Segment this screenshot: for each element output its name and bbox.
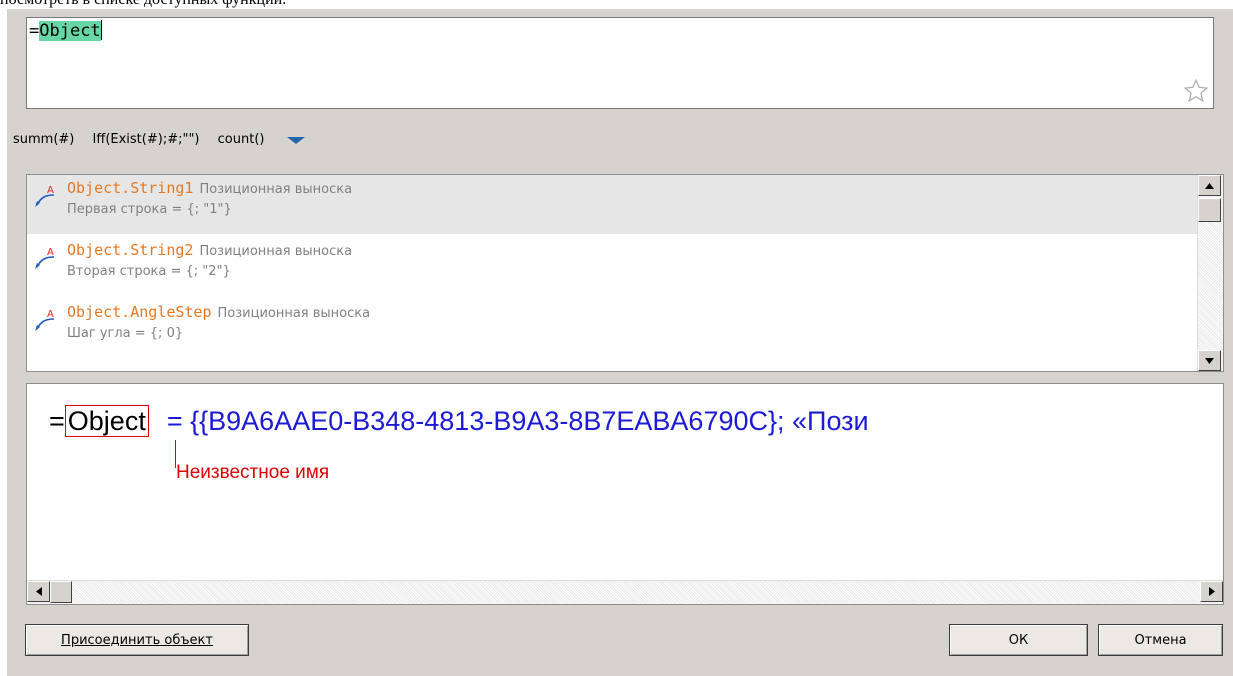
- svg-text:A: A: [47, 309, 54, 320]
- item-description: Шаг угла = {; 0}: [67, 326, 184, 341]
- formula-prefix: =: [29, 21, 40, 41]
- scroll-up-button[interactable]: [1198, 175, 1221, 196]
- formula-input[interactable]: =Object: [26, 17, 1214, 109]
- star-icon[interactable]: [1183, 78, 1209, 104]
- vertical-scrollbar[interactable]: [1197, 175, 1223, 371]
- quick-functions-bar: summ(#) Iff(Exist(#);#;"") count(): [13, 132, 307, 154]
- item-description: Вторая строка = {; "2"}: [67, 264, 231, 279]
- quick-function-summ[interactable]: summ(#): [13, 132, 74, 147]
- chevron-down-icon[interactable]: [285, 134, 307, 146]
- result-equals: =: [49, 406, 65, 436]
- formula-highlighted-token: Object: [39, 21, 101, 41]
- formula-dialog: =Object summ(#) Iff(Exist(#);#;"") count…: [7, 9, 1233, 676]
- arrow-up-icon: [1205, 182, 1214, 189]
- item-name: Object.String1: [67, 179, 194, 197]
- result-line: = Object = {{B9A6AAE0-B348-4813-B9A3-8B7EA…: [49, 405, 869, 437]
- list-item[interactable]: A Object.String2 Позиционная выноска Втор…: [27, 237, 1199, 296]
- item-type: Позиционная выноска: [199, 182, 353, 197]
- suggestion-list[interactable]: A Object.String1 Позиционная выноска Перв…: [26, 174, 1224, 372]
- item-type: Позиционная выноска: [199, 244, 353, 259]
- scroll-left-button[interactable]: [27, 581, 50, 602]
- unknown-token: Object: [64, 405, 149, 437]
- cancel-button[interactable]: Отмена: [1098, 624, 1223, 656]
- text-caret: [100, 20, 102, 40]
- svg-text:A: A: [47, 185, 54, 196]
- scroll-right-button[interactable]: [1200, 581, 1223, 602]
- ok-button[interactable]: ОК: [949, 624, 1088, 656]
- result-value: = {{B9A6AAE0-B348-4813-B9A3-8B7EABA6790C…: [166, 406, 869, 436]
- item-type: Позиционная выноска: [217, 306, 371, 321]
- item-description: Первая строка = {; "1"}: [67, 202, 232, 217]
- quick-function-iff[interactable]: Iff(Exist(#);#;""): [93, 132, 200, 147]
- svg-text:A: A: [47, 247, 54, 258]
- leader-note-icon: A: [35, 185, 55, 207]
- horizontal-scrollbar[interactable]: [27, 580, 1223, 604]
- arrow-left-icon: [35, 587, 42, 596]
- error-message: Неизвестное имя: [176, 462, 330, 483]
- arrow-right-icon: [1208, 587, 1215, 596]
- formula-text[interactable]: =Object: [29, 20, 102, 41]
- arrow-down-icon: [1205, 357, 1214, 364]
- list-item[interactable]: A Object.AngleStep Позиционная выноска Ша…: [27, 299, 1199, 358]
- scroll-down-button[interactable]: [1198, 350, 1221, 371]
- leader-note-icon: A: [35, 309, 55, 331]
- scroll-thumb[interactable]: [1198, 198, 1221, 222]
- list-item[interactable]: A Object.String1 Позиционная выноска Перв…: [27, 175, 1199, 234]
- result-panel[interactable]: = Object = {{B9A6AAE0-B348-4813-B9A3-8B7EA…: [26, 383, 1224, 605]
- leader-note-icon: A: [35, 247, 55, 269]
- attach-object-button[interactable]: Присоединить объект: [25, 624, 249, 656]
- item-name: Object.AngleStep: [67, 303, 212, 321]
- scroll-thumb[interactable]: [50, 581, 72, 603]
- item-name: Object.String2: [67, 241, 194, 259]
- quick-function-count[interactable]: count(): [218, 132, 265, 147]
